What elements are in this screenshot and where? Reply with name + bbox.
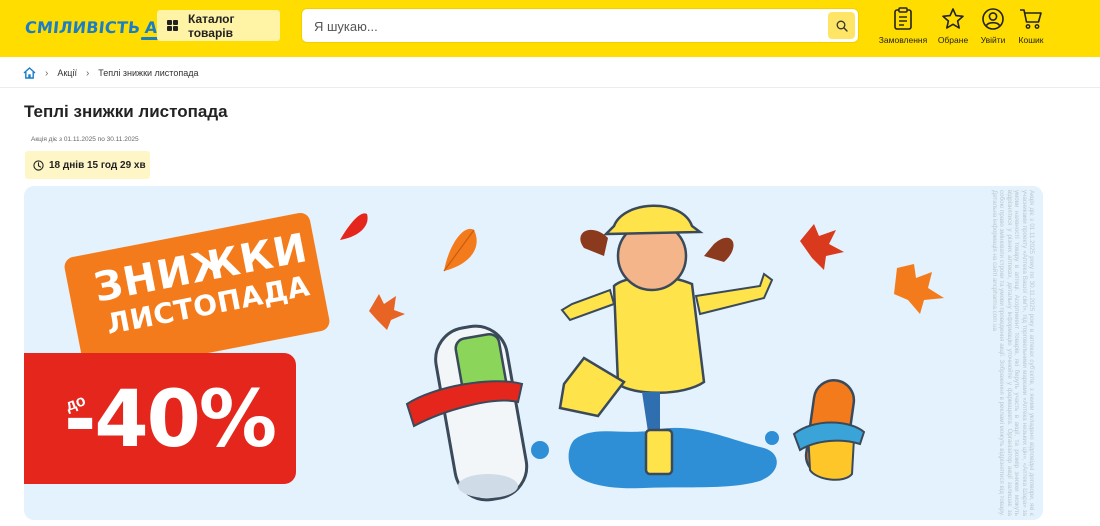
cart-icon <box>1020 9 1042 29</box>
user-icon <box>982 8 1004 30</box>
clock-icon <box>33 159 44 171</box>
orders-label: Замовлення <box>878 35 928 45</box>
search-icon <box>836 20 848 32</box>
discount-badge: до -40% <box>24 353 296 484</box>
search-bar <box>301 8 859 43</box>
discount-value: -40% <box>64 375 277 465</box>
orders-button[interactable]: Замовлення <box>879 6 927 46</box>
promo-banner[interactable]: ЗНИЖКИ ЛИСТОПАДА до -40% Акція діє з 01.… <box>24 186 1043 520</box>
chevron-right-icon: › <box>45 67 49 79</box>
legal-text: Акція діє з 01.11.2025 року по 30.11.202… <box>990 190 1035 516</box>
cart-button[interactable]: Кошик <box>1015 6 1047 46</box>
countdown-timer: 18 днів 15 год 29 хв <box>25 151 150 179</box>
page-title: Теплі знижки листопада <box>24 102 228 121</box>
promo-dates: Акція діє з 01.11.2025 по 30.11.2025 <box>31 136 139 143</box>
clipboard-icon <box>894 7 912 30</box>
catalog-label: Каталог товарів <box>188 11 235 40</box>
site-header: СМІЛИВІСТЬ АНЦ Каталог товарів Замовленн… <box>0 0 1100 57</box>
favorites-label: Обране <box>937 35 969 45</box>
breadcrumb-link-promotions[interactable]: Акції <box>57 68 77 78</box>
divider <box>0 87 1100 88</box>
catalog-button[interactable]: Каталог товарів <box>157 10 280 41</box>
star-icon <box>942 8 964 29</box>
login-button[interactable]: Увійти <box>977 6 1009 46</box>
home-icon[interactable] <box>23 67 36 79</box>
timer-text: 18 днів 15 год 29 хв <box>49 159 146 171</box>
search-button[interactable] <box>828 12 855 39</box>
login-label: Увійти <box>980 35 1006 45</box>
logo-text: СМІЛИВІСТЬ <box>24 17 142 37</box>
grid-icon <box>167 20 178 31</box>
chevron-right-icon: › <box>85 67 90 79</box>
breadcrumb-current: Теплі знижки листопада <box>98 68 199 78</box>
search-input[interactable] <box>314 17 814 35</box>
cart-label: Кошик <box>1018 35 1044 45</box>
legal-disclaimer: Акція діє з 01.11.2025 року по 30.11.202… <box>969 186 1037 520</box>
breadcrumb: › Акції › Теплі знижки листопада <box>23 64 198 82</box>
favorites-button[interactable]: Обране <box>935 6 971 46</box>
